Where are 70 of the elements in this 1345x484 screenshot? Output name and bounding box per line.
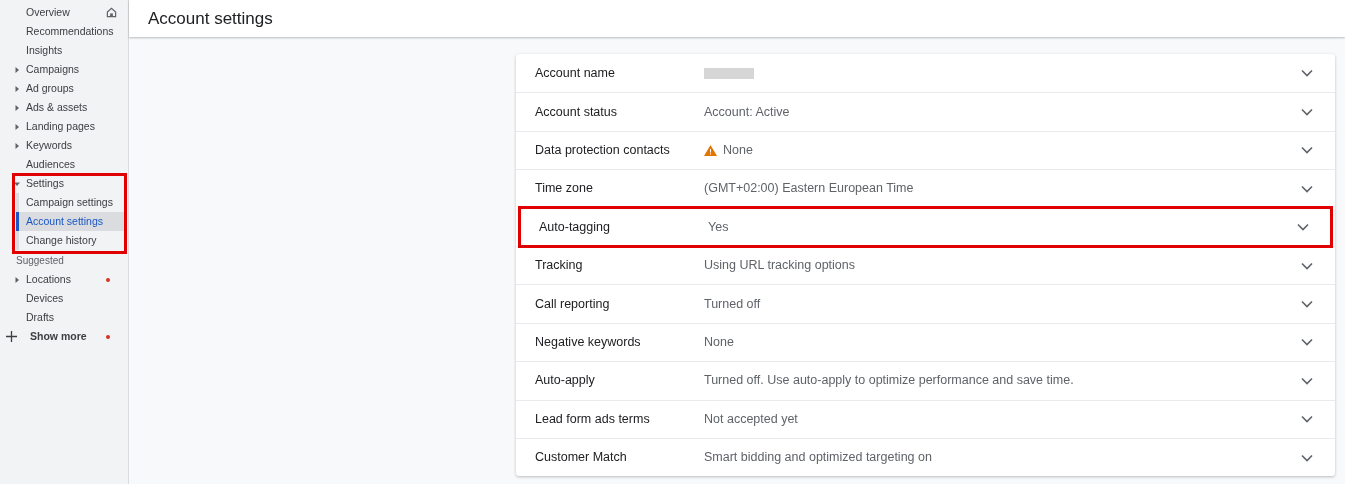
settings-row[interactable]: Time zone (GMT+02:00) Eastern European Time	[516, 169, 1335, 208]
setting-label: Customer Match	[535, 449, 628, 467]
settings-row[interactable]: Negative keywords None	[516, 322, 1335, 362]
setting-value: Turned off	[704, 295, 761, 313]
plus-icon	[6, 331, 17, 342]
nav-link[interactable]: Locations	[26, 271, 71, 288]
caret-icon	[13, 104, 20, 111]
caret-icon	[13, 66, 20, 73]
sub-nav-link[interactable]: Change history	[16, 231, 124, 250]
chevron-down-icon[interactable]	[1301, 453, 1313, 462]
nav-link[interactable]: Devices	[26, 290, 64, 307]
nav-link[interactable]: Keywords	[26, 137, 73, 154]
nav-link[interactable]: Recommendations	[26, 23, 114, 40]
setting-value: Turned off. Use auto-apply to optimize performance and save time.	[704, 372, 1074, 390]
setting-value: None	[723, 142, 753, 160]
caret-icon	[13, 123, 20, 130]
setting-label: Time zone	[535, 180, 594, 198]
settings-row[interactable]: Account name	[516, 54, 1335, 93]
nav-link[interactable]: Overview	[26, 4, 70, 21]
setting-label: Tracking	[535, 257, 584, 275]
nav-link[interactable]: Show more	[30, 328, 87, 345]
settings-row[interactable]: Account status Account: Active	[516, 92, 1335, 131]
settings-row[interactable]: Data protection contacts None	[516, 130, 1335, 170]
setting-label: Auto-tagging	[539, 218, 611, 236]
chevron-down-icon[interactable]	[1301, 338, 1313, 347]
setting-label: Auto-apply	[535, 372, 596, 390]
setting-value: Not accepted yet	[704, 410, 798, 428]
chevron-down-icon[interactable]	[1301, 415, 1313, 424]
nav-link[interactable]: Drafts	[26, 309, 54, 326]
chevron-down-icon[interactable]	[1301, 376, 1313, 385]
setting-label: Account name	[535, 64, 616, 82]
section-label: Suggested	[16, 254, 64, 268]
chevron-down-icon[interactable]	[1301, 300, 1313, 309]
chevron-down-icon[interactable]	[1301, 146, 1313, 155]
nav-link[interactable]: Landing pages	[26, 118, 95, 135]
setting-value: Yes	[708, 218, 729, 236]
nav-link[interactable]: Settings	[26, 175, 64, 192]
settings-row[interactable]: Tracking Using URL tracking options	[516, 245, 1335, 285]
nav-link[interactable]: Campaigns	[26, 61, 80, 78]
chevron-down-icon[interactable]	[1301, 69, 1313, 78]
setting-label: Lead form ads terms	[535, 410, 651, 428]
nav-link[interactable]: Audiences	[26, 156, 76, 173]
setting-label: Data protection contacts	[535, 142, 671, 160]
chevron-down-icon[interactable]	[1301, 184, 1313, 193]
caret-icon	[13, 85, 20, 92]
chevron-down-icon[interactable]	[1301, 108, 1313, 117]
chevron-down-icon[interactable]	[1297, 223, 1309, 232]
setting-value: (GMT+02:00) Eastern European Time	[704, 180, 914, 198]
sub-nav-link[interactable]: Account settings	[16, 212, 124, 231]
caret-icon	[13, 142, 20, 149]
caret-icon	[13, 180, 20, 187]
setting-value: Account: Active	[704, 103, 790, 121]
setting-label: Call reporting	[535, 295, 611, 313]
page-title: Account settings	[148, 7, 273, 30]
settings-row[interactable]: Call reporting Turned off	[516, 284, 1335, 323]
setting-value: Smart bidding and optimized targeting on	[704, 449, 932, 467]
settings-row[interactable]: Lead form ads terms Not accepted yet	[516, 399, 1335, 438]
setting-value: None	[704, 334, 734, 352]
nav-link[interactable]: Ad groups	[26, 80, 74, 97]
nav-link[interactable]: Ads & assets	[26, 99, 88, 116]
setting-label: Negative keywords	[535, 334, 642, 352]
setting-label: Account status	[535, 103, 618, 121]
home-icon[interactable]	[106, 7, 117, 18]
chevron-down-icon[interactable]	[1301, 261, 1313, 270]
settings-row[interactable]: Auto-tagging Yes	[520, 207, 1331, 246]
setting-value: Using URL tracking options	[704, 257, 855, 275]
nav-link[interactable]: Insights	[26, 42, 63, 59]
settings-row[interactable]: Customer Match Smart bidding and optimized targeting on	[516, 437, 1335, 477]
settings-row[interactable]: Auto-apply Turned off. Use auto-apply to optimize performance and save time.	[516, 361, 1335, 400]
caret-icon	[13, 276, 20, 283]
